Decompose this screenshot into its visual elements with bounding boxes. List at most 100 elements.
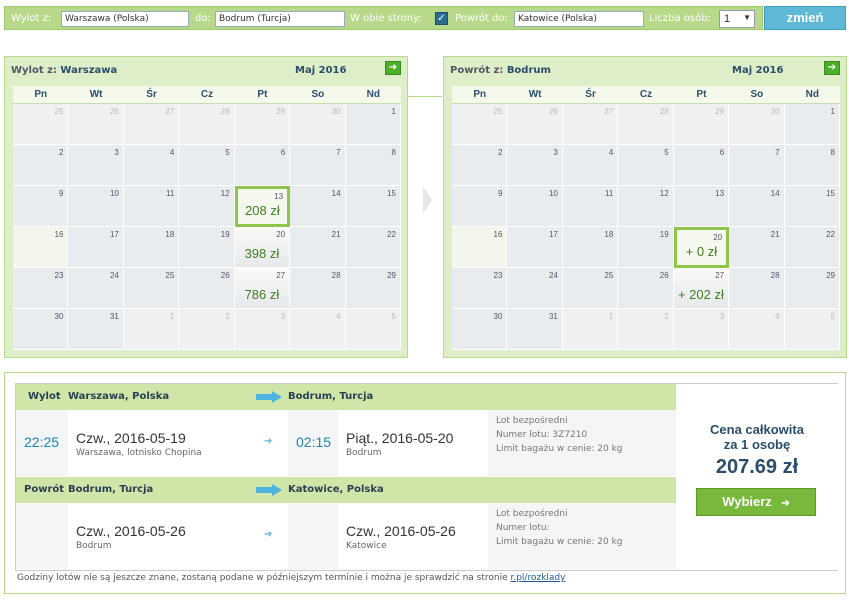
calendar-day: 19: [179, 227, 235, 268]
calendar-day: 5: [179, 145, 235, 186]
calendar-day: 8: [784, 145, 840, 186]
day-price: + 0 zł: [685, 244, 718, 259]
day-number: 8: [830, 148, 835, 157]
arrival-airport: Katowice: [346, 541, 387, 551]
outbound-calendar: Wylot z: Warszawa Maj 2016 ➔ Pn Wt Śr Cz Pt S…: [4, 56, 408, 358]
calendar-day: 30: [729, 104, 785, 145]
footnote-text: Godziny lotów nie są jeszcze znane, zost…: [17, 573, 511, 583]
weekday-label: Śr: [146, 89, 157, 100]
flight-number: Numer lotu:: [496, 523, 550, 533]
day-price: 398 zł: [244, 246, 280, 261]
day-number: 30: [54, 312, 64, 321]
change-search-button[interactable]: zmień: [764, 6, 846, 30]
calendar-day: 18: [123, 227, 180, 268]
day-number: 26: [109, 107, 119, 116]
day-number: 10: [109, 189, 119, 198]
day-number: 16: [493, 230, 503, 239]
return-segment: Czw., 2016-05-26 Bodrum ➔ Czw., 2016-05-…: [16, 503, 676, 569]
calendar-day: 2: [452, 145, 508, 186]
calendar-grid: 25 26 27 28 29 30 1 2 3 4 5 6 7 8 9 10 11 12 13 208 zł 14 15 1…: [13, 104, 401, 350]
return-input[interactable]: Katowice (Polska): [514, 11, 644, 27]
day-number: 27: [604, 107, 614, 116]
day-number: 15: [387, 189, 396, 198]
calendar-day: 5: [784, 309, 840, 350]
schedule-link[interactable]: r.pl/rozklady: [510, 573, 565, 583]
calendar-city: Warszawa: [60, 65, 118, 76]
day-number: 26: [548, 107, 558, 116]
arrow-right-icon: ➔: [264, 436, 273, 447]
flight-details-box: Wylot Warszawa, Polska Bodrum, Turcja 22…: [15, 383, 838, 571]
day-number: 8: [391, 148, 396, 157]
calendar-day[interactable]: 27 786 zł: [234, 268, 291, 309]
to-input[interactable]: Bodrum (Turcja): [215, 11, 345, 27]
calendar-day: 28: [179, 104, 235, 145]
return-segment-header: Powrót Bodrum, Turcja Katowice, Polska: [16, 477, 676, 503]
day-price: 208 zł: [245, 203, 280, 218]
calendar-day: 27: [562, 104, 619, 145]
select-button[interactable]: Wybierz ➔: [696, 488, 816, 516]
outbound-origin: Warszawa, Polska: [68, 391, 170, 402]
day-number: 10: [548, 189, 558, 198]
calendar-day: 16: [452, 227, 508, 268]
persons-value: 1: [724, 13, 731, 25]
day-number: 18: [604, 230, 614, 239]
calendar-day: 1: [345, 104, 401, 145]
weekday-label: Wt: [89, 89, 103, 100]
return-label: Powrót do:: [455, 13, 508, 24]
calendar-day: 7: [290, 145, 346, 186]
total-price-label-line1: Cena całkowita: [710, 422, 804, 437]
calendar-day: 21: [729, 227, 785, 268]
calendar-day: 12: [618, 186, 674, 227]
calendar-day[interactable]: 27 + 202 zł: [673, 268, 730, 309]
calendar-day: 3: [234, 309, 291, 350]
return-calendar: Powrót z: Bodrum Maj 2016 ➔ Pn Wt Śr Cz Pt So…: [443, 56, 847, 358]
calendar-day: 28: [729, 268, 785, 309]
calendar-day: 30: [290, 104, 346, 145]
day-number: 5: [391, 312, 396, 321]
calendar-day[interactable]: 20 398 zł: [234, 227, 291, 268]
calendar-grid: 25 26 27 28 29 30 1 2 3 4 5 6 7 8 9 10 11 12 13 14 15 16 17 18 1…: [452, 104, 840, 350]
calendar-day: 12: [179, 186, 235, 227]
day-number: 25: [54, 107, 64, 116]
calendar-title-prefix: Wylot z:: [11, 65, 57, 76]
calendar-day: 25: [562, 268, 619, 309]
persons-select[interactable]: 1 ▼: [719, 10, 755, 28]
day-number: 28: [331, 271, 341, 280]
from-input[interactable]: Warszawa (Polska): [61, 11, 189, 27]
next-month-button[interactable]: ➔: [385, 61, 401, 75]
calendar-day: 4: [123, 145, 180, 186]
calendar-day: 5: [618, 145, 674, 186]
calendar-day: 25: [13, 104, 69, 145]
calendar-day: 17: [68, 227, 124, 268]
day-number: 14: [331, 189, 341, 198]
day-number: 27: [165, 107, 175, 116]
day-number: 12: [220, 189, 230, 198]
day-number: 4: [169, 148, 175, 157]
roundtrip-label: W obie strony:: [350, 13, 422, 24]
outbound-label: Wylot: [28, 391, 61, 402]
day-number: 3: [114, 148, 119, 157]
calendar-day: 7: [729, 145, 785, 186]
calendar-day: 18: [562, 227, 619, 268]
total-price-label-line2: za 1 osobę: [723, 437, 791, 452]
day-number: 30: [331, 107, 341, 116]
day-number: 16: [54, 230, 64, 239]
calendar-day: 3: [673, 309, 730, 350]
calendar-day: 31: [507, 309, 563, 350]
calendar-day[interactable]: 20 + 0 zł: [673, 227, 730, 268]
calendar-day: 26: [507, 104, 563, 145]
chevron-down-icon: ▼: [743, 13, 751, 22]
total-price: 207.69 zł: [715, 456, 799, 478]
calendar-title: Wylot z: Warszawa: [11, 65, 117, 76]
roundtrip-checkbox[interactable]: ✓: [435, 12, 448, 25]
calendar-day: 19: [618, 227, 674, 268]
calendar-day: 28: [290, 268, 346, 309]
calendar-day[interactable]: 13 208 zł: [234, 186, 291, 227]
day-number: 14: [770, 189, 780, 198]
calendar-day: 23: [452, 268, 508, 309]
day-number: 6: [280, 148, 286, 157]
calendar-day: 10: [507, 186, 563, 227]
next-month-button[interactable]: ➔: [824, 61, 840, 75]
departure-date: Czw., 2016-05-26: [76, 523, 186, 539]
calendar-day: 1: [562, 309, 619, 350]
